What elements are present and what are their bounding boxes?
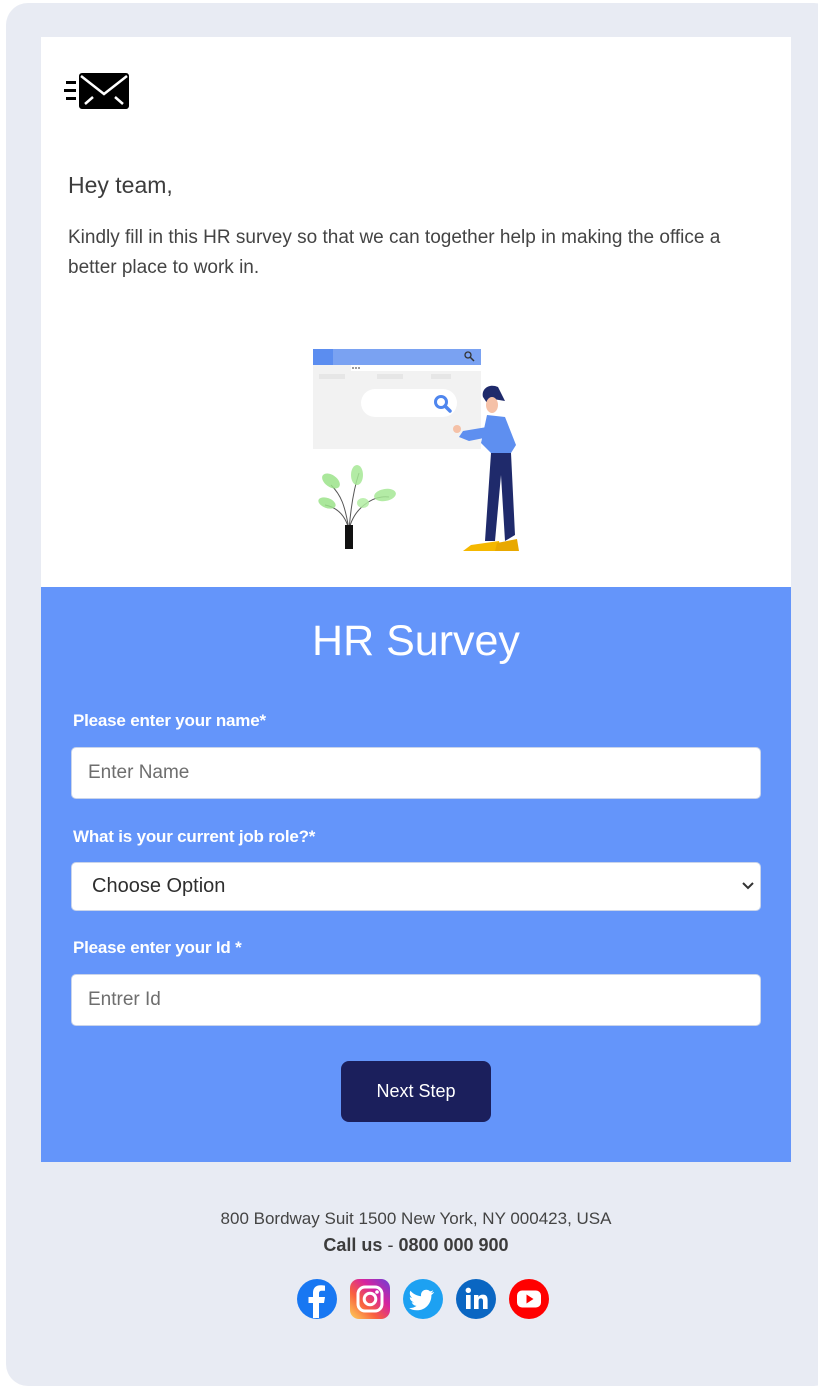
name-input[interactable] bbox=[71, 747, 761, 799]
twitter-icon[interactable] bbox=[402, 1278, 444, 1320]
youtube-icon[interactable] bbox=[508, 1278, 550, 1320]
instagram-icon[interactable] bbox=[349, 1278, 391, 1320]
intro-message: Kindly fill in this HR survey so that we… bbox=[68, 227, 721, 278]
person-searching-browser-illustration bbox=[313, 349, 519, 551]
call-separator: - bbox=[382, 1235, 399, 1255]
job-role-field-label: What is your current job role?* bbox=[73, 827, 316, 846]
greeting-heading: Hey team, bbox=[68, 172, 173, 198]
job-role-select[interactable]: Choose Option bbox=[71, 862, 761, 911]
envelope-fast-icon bbox=[64, 73, 129, 109]
phone-number[interactable]: 0800 000 900 bbox=[398, 1235, 508, 1255]
name-field-label: Please enter your name* bbox=[73, 711, 266, 730]
chevron-down-icon bbox=[742, 882, 754, 890]
footer-address: 800 Bordway Suit 1500 New York, NY 00042… bbox=[220, 1209, 612, 1228]
next-step-button[interactable]: Next Step bbox=[341, 1061, 491, 1122]
linkedin-icon[interactable] bbox=[455, 1278, 497, 1320]
call-label: Call us bbox=[323, 1235, 383, 1255]
intro-card: Hey team, Kindly fill in this HR survey … bbox=[41, 37, 791, 587]
facebook-icon[interactable] bbox=[296, 1278, 338, 1320]
survey-form: HR Survey Please enter your name* What i… bbox=[41, 587, 791, 1162]
footer-call: Call us - 0800 000 900 bbox=[0, 1235, 818, 1256]
social-links bbox=[296, 1278, 550, 1320]
survey-title: HR Survey bbox=[312, 617, 520, 665]
id-field-label: Please enter your Id * bbox=[73, 938, 242, 957]
job-role-selected-option: Choose Option bbox=[92, 875, 226, 897]
id-input[interactable] bbox=[71, 974, 761, 1026]
